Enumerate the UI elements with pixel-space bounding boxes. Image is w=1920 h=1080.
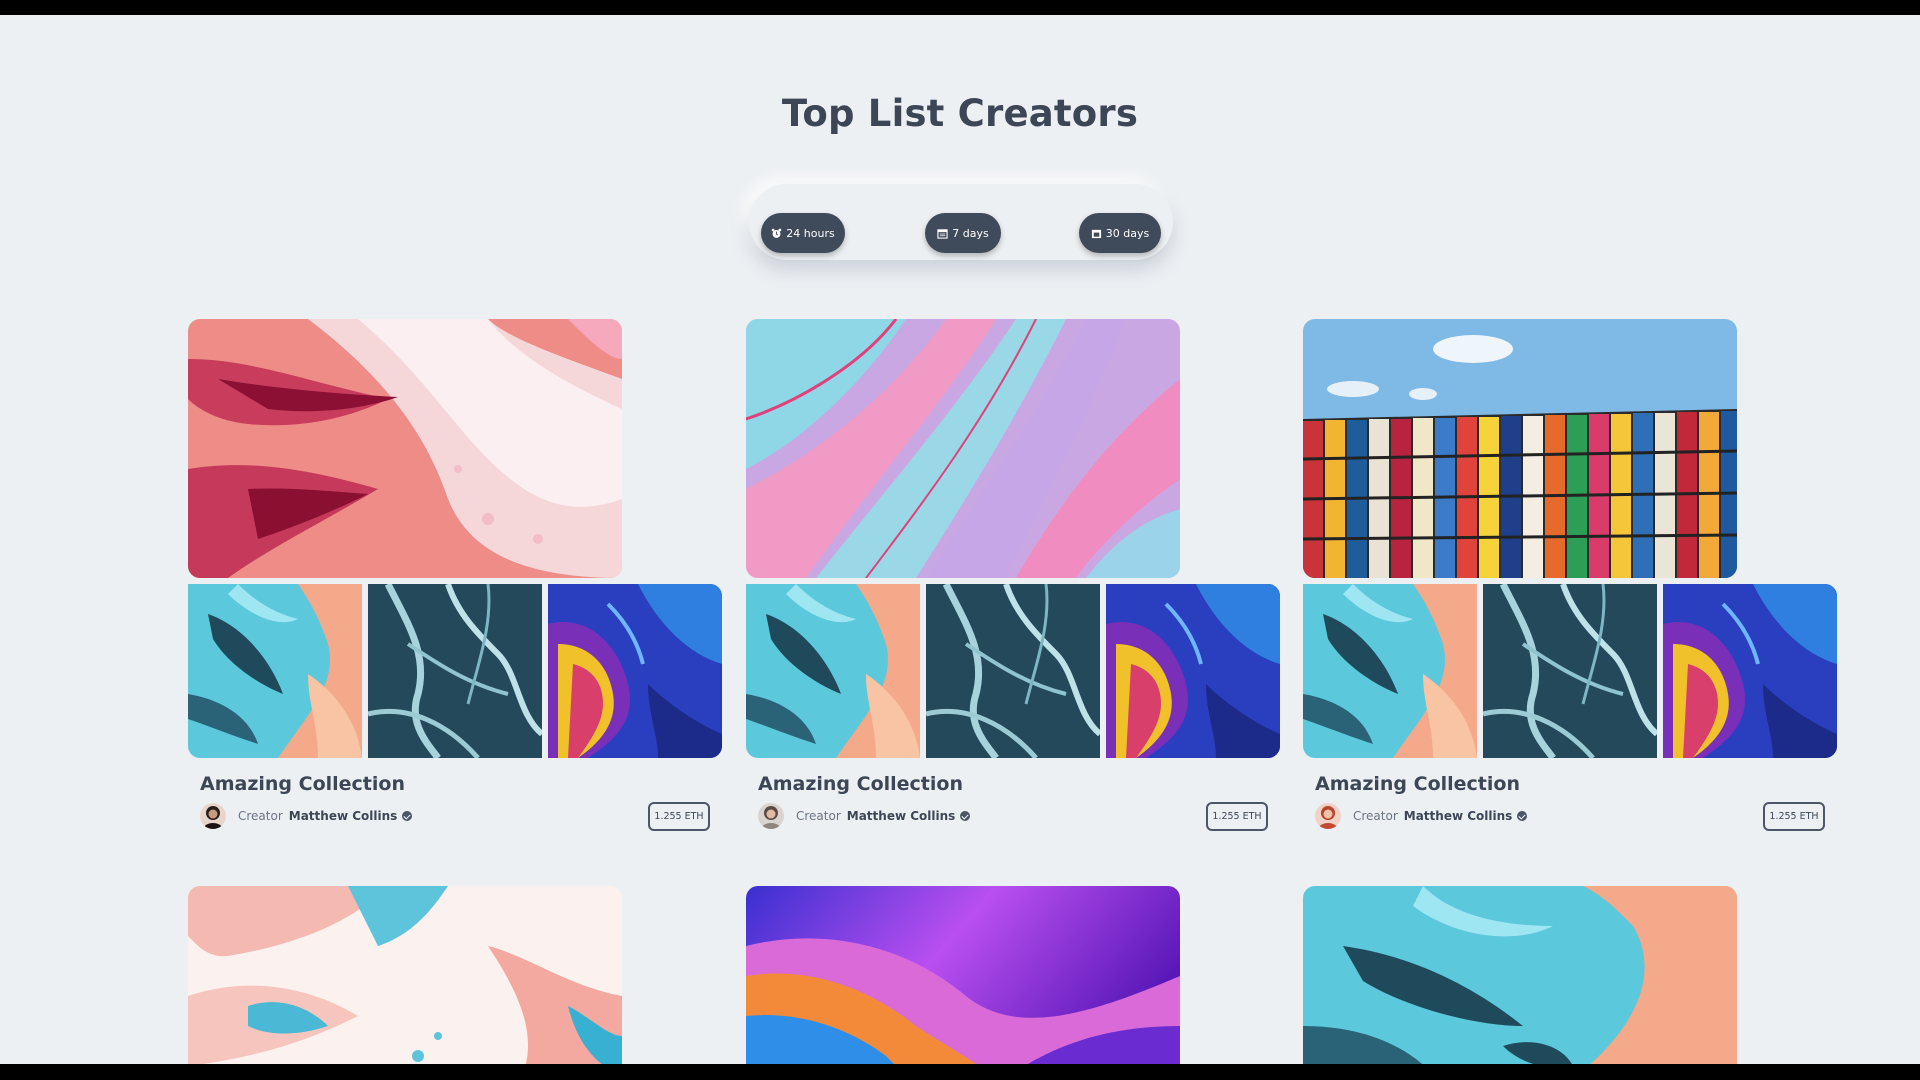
creator-name[interactable]: Matthew Collins	[847, 809, 956, 823]
collection-hero-image[interactable]	[1303, 886, 1737, 1064]
collection-hero-image[interactable]	[1303, 319, 1737, 578]
creator-avatar[interactable]	[200, 803, 226, 829]
creator-info: Creator Matthew Collins	[1315, 803, 1528, 829]
collection-thumbnail[interactable]	[1303, 584, 1477, 758]
creator-label: Creator	[238, 809, 283, 823]
creator-info: Creator Matthew Collins	[200, 803, 413, 829]
collection-thumbnail[interactable]	[926, 584, 1100, 758]
filter-24-hours-button[interactable]: 24 hours	[761, 213, 845, 253]
filter-label: 24 hours	[786, 226, 835, 240]
collection-title[interactable]: Amazing Collection	[758, 773, 963, 795]
calendar-icon	[937, 228, 948, 239]
verified-badge-icon	[402, 811, 413, 821]
creator-label: Creator	[796, 809, 841, 823]
collection-thumbnail[interactable]	[1663, 584, 1837, 758]
collection-hero-image[interactable]	[746, 886, 1180, 1064]
collection-card[interactable]: Amazing Collection Creator Matthew Colli…	[188, 319, 722, 839]
filter-7-days-button[interactable]: 7 days	[925, 213, 1001, 253]
calendar-icon	[1091, 229, 1101, 238]
collection-title[interactable]: Amazing Collection	[1315, 773, 1520, 795]
collection-thumbnail[interactable]	[368, 584, 542, 758]
creator-name[interactable]: Matthew Collins	[289, 809, 398, 823]
filter-label: 7 days	[952, 226, 989, 240]
creator-label: Creator	[1353, 809, 1398, 823]
collection-hero-image[interactable]	[188, 886, 622, 1064]
page-title: Top List Creators	[781, 92, 1139, 135]
collection-card[interactable]: Amazing Collection Creator Matthew Colli…	[1303, 319, 1837, 839]
collection-card[interactable]: Amazing Collection Creator Matthew Colli…	[746, 319, 1280, 839]
price-badge: 1.255 ETH	[1763, 802, 1825, 831]
collection-thumbnail[interactable]	[1106, 584, 1280, 758]
verified-badge-icon	[960, 811, 971, 821]
creator-avatar[interactable]	[758, 803, 784, 829]
collection-hero-image[interactable]	[746, 319, 1180, 578]
collection-thumbnail[interactable]	[746, 584, 920, 758]
alarm-clock-icon	[772, 228, 782, 238]
price-badge: 1.255 ETH	[1206, 802, 1268, 831]
verified-badge-icon	[1517, 811, 1528, 821]
collection-title[interactable]: Amazing Collection	[200, 773, 405, 795]
creator-avatar[interactable]	[1315, 803, 1341, 829]
collection-thumbnail[interactable]	[548, 584, 722, 758]
creator-name[interactable]: Matthew Collins	[1404, 809, 1513, 823]
collection-thumbnail[interactable]	[1483, 584, 1657, 758]
filter-30-days-button[interactable]: 30 days	[1079, 213, 1161, 253]
collection-thumbnail[interactable]	[188, 584, 362, 758]
collection-hero-image[interactable]	[188, 319, 622, 578]
creator-info: Creator Matthew Collins	[758, 803, 971, 829]
filter-label: 30 days	[1105, 226, 1150, 240]
price-badge: 1.255 ETH	[648, 802, 710, 831]
page: Top List Creators 24 hours 7 days 30 day…	[0, 15, 1920, 1064]
